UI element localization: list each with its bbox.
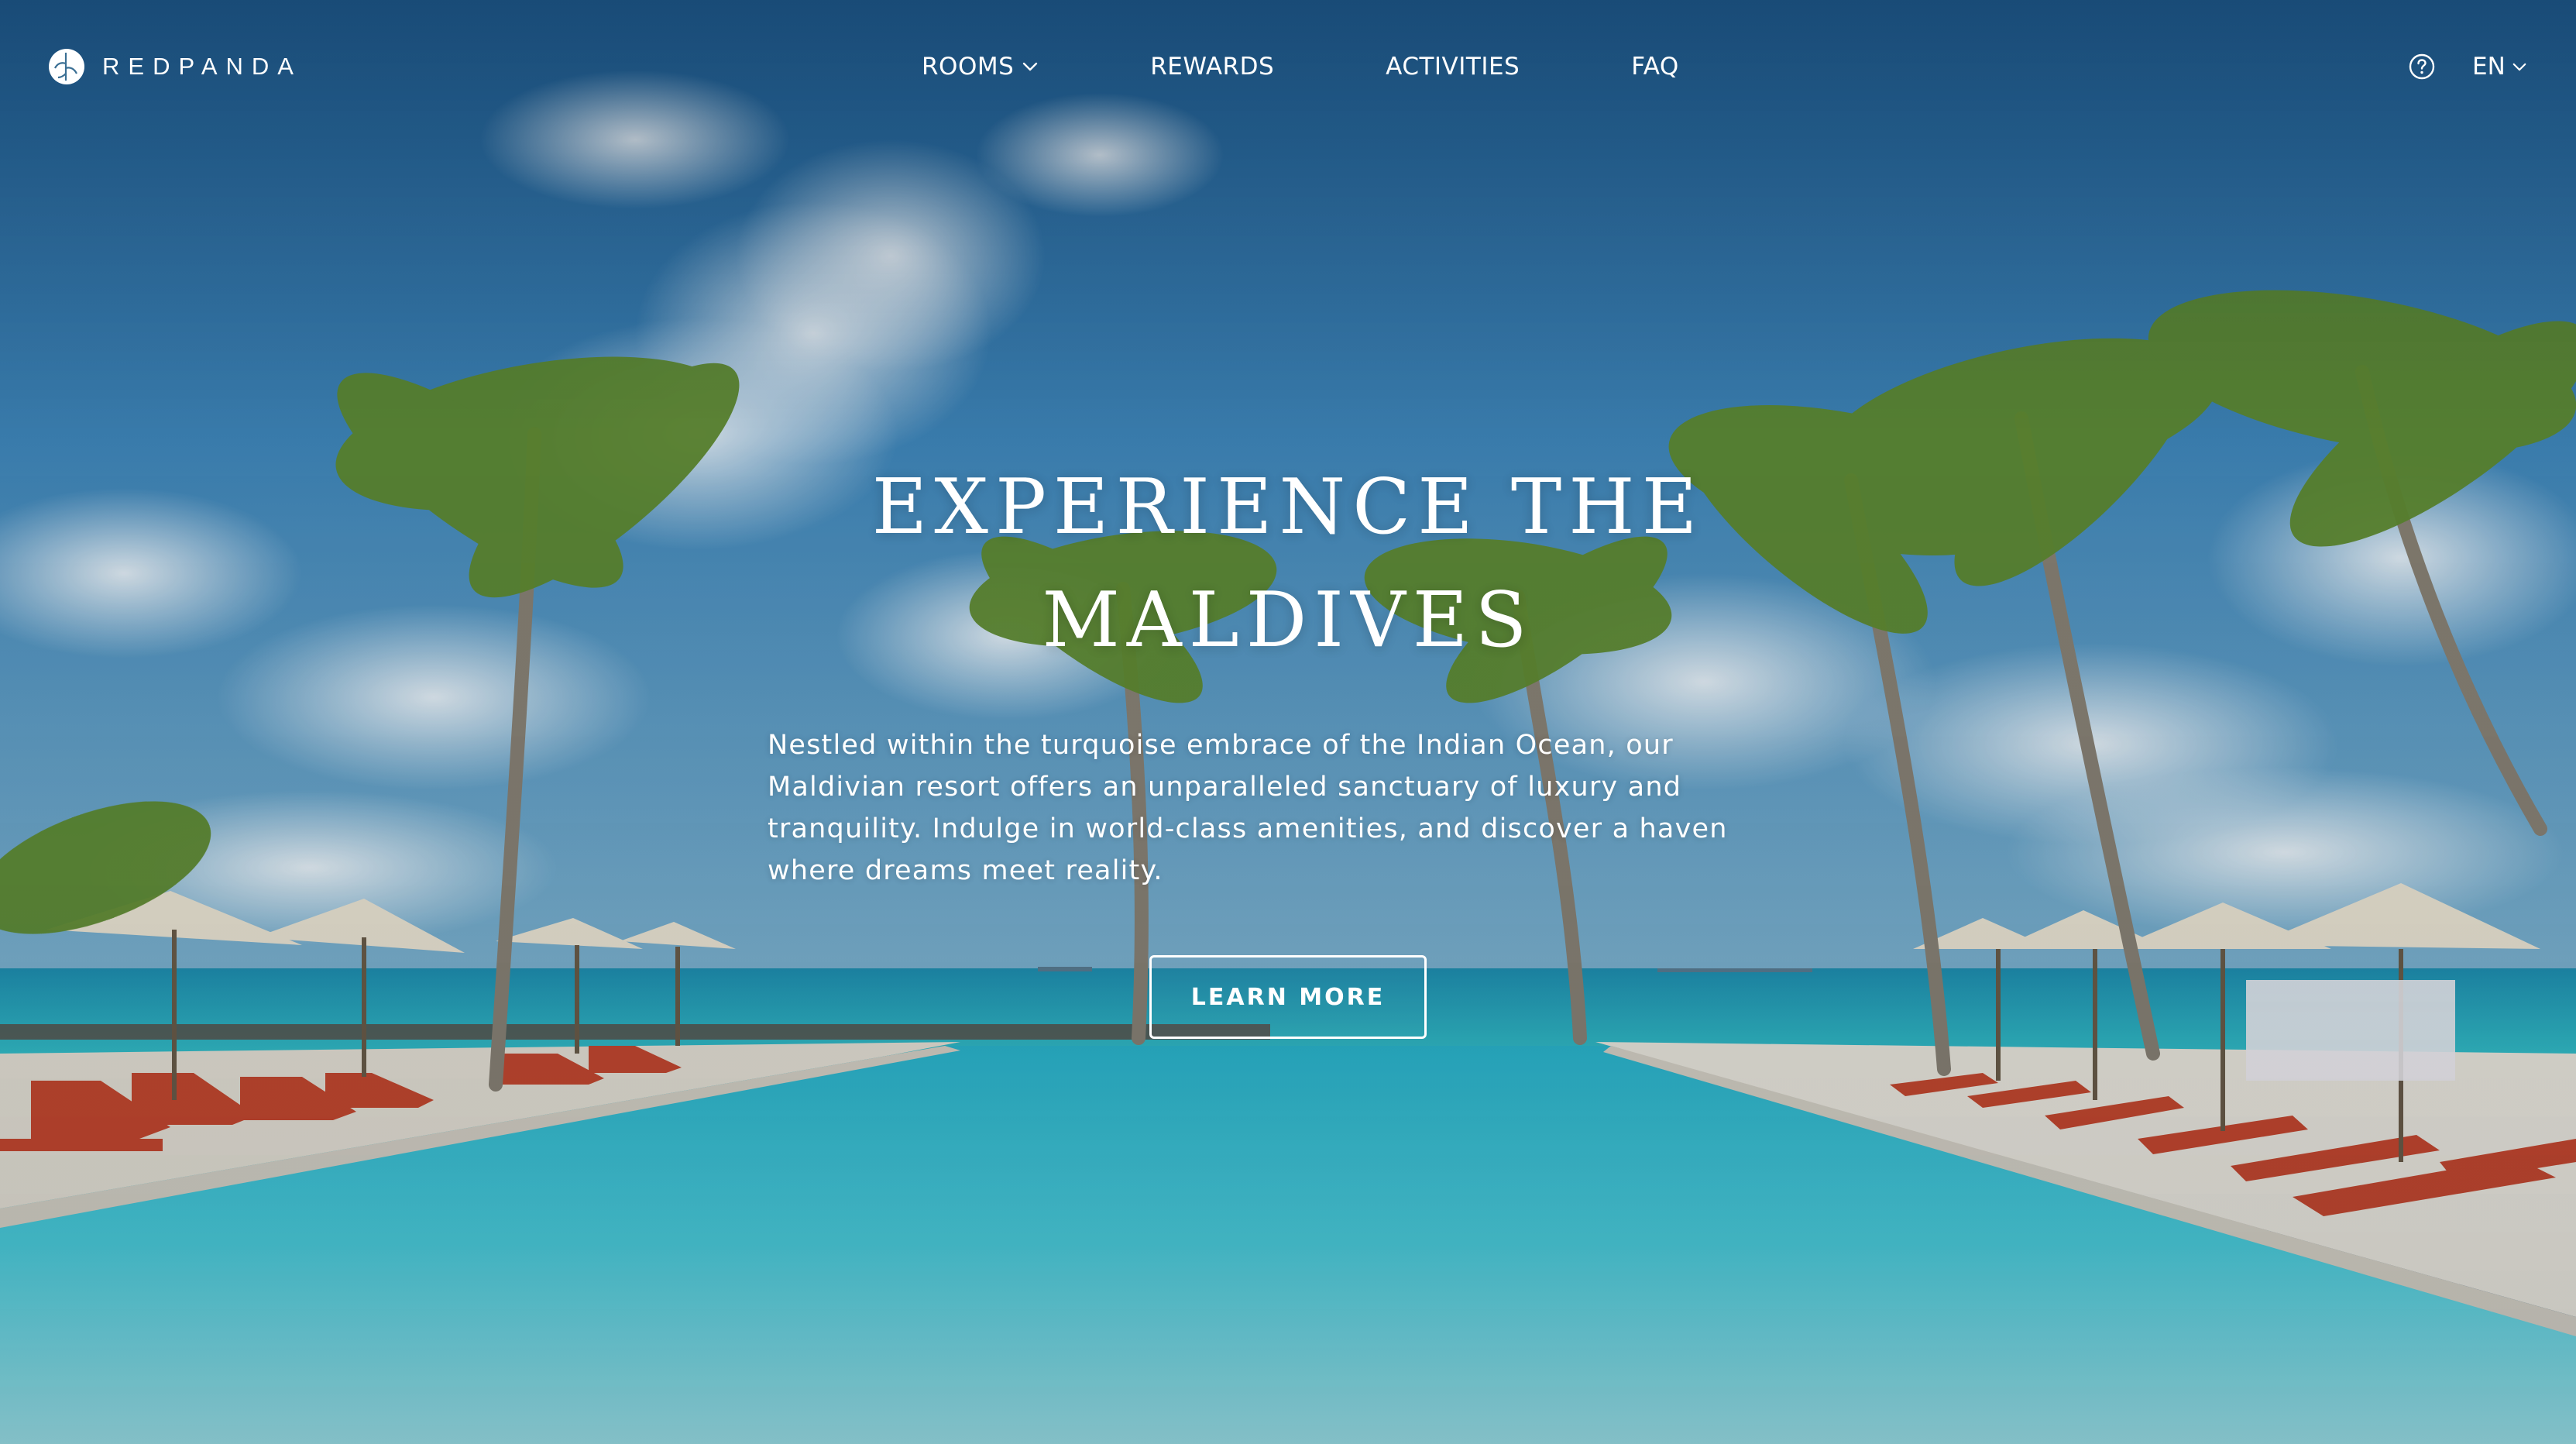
- nav-item-rooms[interactable]: ROOMS: [922, 53, 1039, 81]
- nav-item-activities[interactable]: ACTIVITIES: [1386, 53, 1520, 81]
- brand-name: REDPANDA: [102, 53, 302, 80]
- language-selector[interactable]: EN: [2472, 48, 2527, 85]
- chevron-down-icon: [1023, 62, 1038, 71]
- nav-item-label: ROOMS: [922, 53, 1015, 81]
- nav-item-faq[interactable]: FAQ: [1631, 53, 1679, 81]
- landing-page: REDPANDA ROOMS REWARDS ACTIVITIES FAQ EN…: [0, 0, 2576, 1444]
- hero-title: EXPERIENCE THE MALDIVES: [871, 463, 1705, 665]
- chevron-down-icon: [2512, 63, 2526, 70]
- nav-item-label: ACTIVITIES: [1386, 53, 1520, 81]
- main-nav: ROOMS REWARDS ACTIVITIES FAQ: [922, 46, 1679, 87]
- help-circle-icon: [2409, 53, 2435, 80]
- redpanda-leaf-logo-icon: [49, 49, 84, 84]
- nav-item-label: REWARDS: [1150, 53, 1275, 81]
- learn-more-button[interactable]: LEARN MORE: [1149, 955, 1427, 1039]
- language-label: EN: [2472, 53, 2506, 81]
- hero-description: Nestled within the turquoise embrace of …: [768, 730, 1728, 886]
- help-button[interactable]: [2408, 53, 2436, 81]
- nav-item-rewards[interactable]: REWARDS: [1150, 53, 1274, 81]
- site-header: REDPANDA ROOMS REWARDS ACTIVITIES FAQ EN: [0, 0, 2576, 133]
- brand-logo[interactable]: REDPANDA: [48, 47, 302, 86]
- nav-item-label: FAQ: [1631, 53, 1679, 81]
- hero-overlay: [0, 0, 2576, 1444]
